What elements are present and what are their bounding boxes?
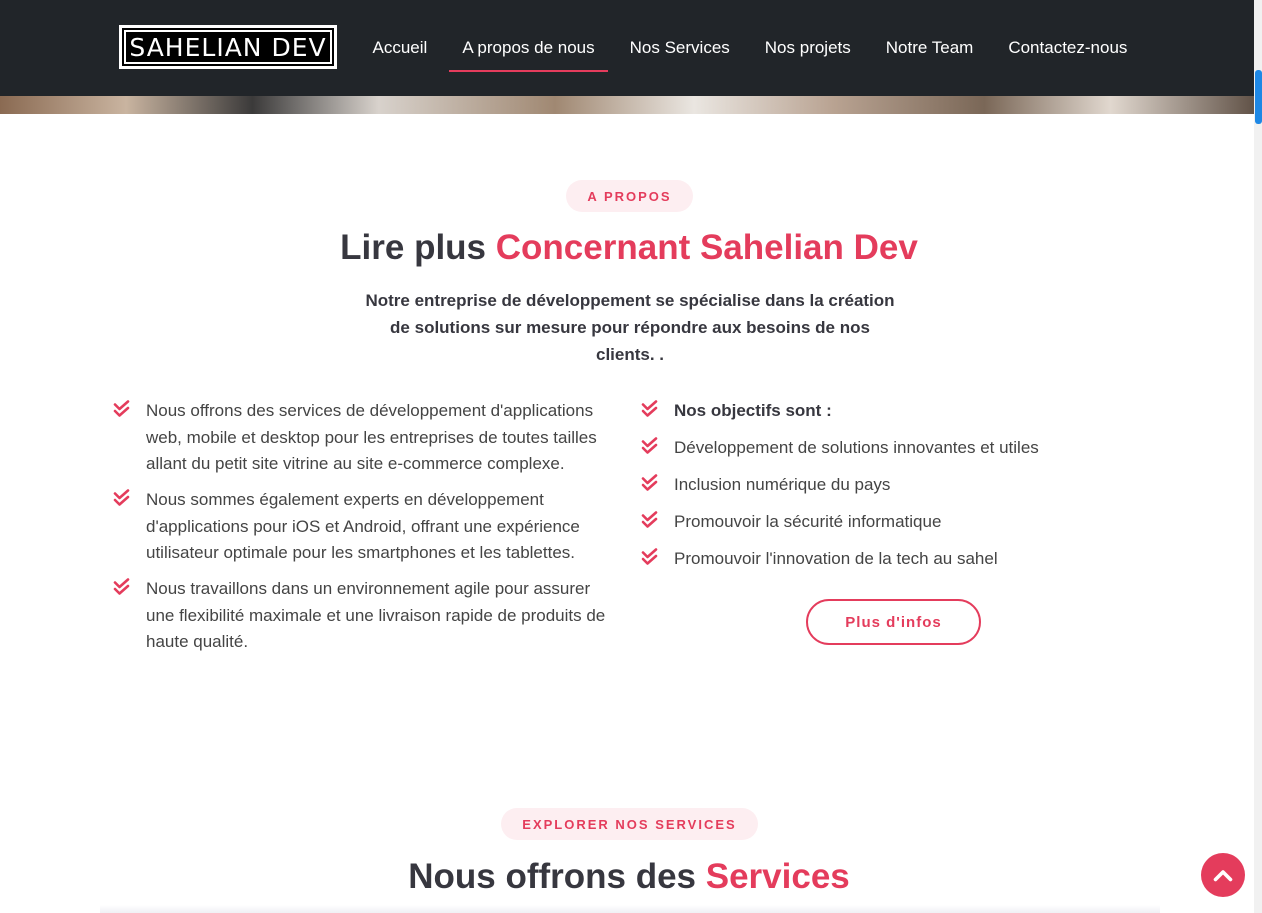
more-info-button[interactable]: Plus d'infos [806,599,981,645]
services-title-main: Nous offrons des [408,857,697,896]
nav-team[interactable]: Notre Team [868,28,991,68]
services-title: Nous offrons des Services [0,857,1258,897]
services-cards-edge [100,905,1160,913]
objectives-heading-text: Nos objectifs sont : [674,401,832,420]
about-badge: A PROPOS [566,180,693,212]
list-item: Nous sommes également experts en dévelop… [112,487,622,567]
list-item: Nous offrons des services de développeme… [112,398,622,478]
nav-projets[interactable]: Nos projets [747,28,868,68]
scrollbar-thumb[interactable] [1255,70,1262,124]
double-check-icon [641,548,658,565]
double-check-icon [113,489,130,506]
double-check-icon [641,474,658,491]
about-right-list: Nos objectifs sont : Développement de so… [640,398,1100,583]
logo-text: SAHELIAN DEV [124,30,332,64]
list-item: Promouvoir la sécurité informatique [640,509,1100,536]
double-check-icon [641,437,658,454]
list-item: Inclusion numérique du pays [640,472,1100,499]
nav-services[interactable]: Nos Services [612,28,747,68]
list-item-text: Nous sommes également experts en dévelop… [146,490,580,562]
double-check-icon [113,400,130,417]
double-check-icon [113,578,130,595]
hero-image-strip [0,96,1262,114]
list-item: Promouvoir l'innovation de la tech au sa… [640,546,1100,573]
main-nav: Accueil A propos de nous Nos Services No… [355,0,1145,96]
list-item-text: Nous offrons des services de développeme… [146,401,597,473]
about-title: Lire plus Concernant Sahelian Dev [0,228,1258,268]
site-header: SAHELIAN DEV Accueil A propos de nous No… [0,0,1262,96]
list-item-text: Développement de solutions innovantes et… [674,438,1039,457]
list-item-text: Nous travaillons dans un environnement a… [146,579,606,651]
about-title-accent: Concernant Sahelian Dev [495,228,918,267]
list-item-text: Inclusion numérique du pays [674,475,891,494]
about-lead: Notre entreprise de développement se spé… [365,291,895,364]
double-check-icon [641,400,658,417]
about-title-main: Lire plus [340,228,487,267]
chevron-up-icon [1213,870,1233,882]
page-scrollbar[interactable] [1254,0,1262,913]
objectives-heading: Nos objectifs sont : [640,398,1100,425]
double-check-icon [641,511,658,528]
nav-accueil[interactable]: Accueil [355,28,445,68]
list-item-text: Promouvoir l'innovation de la tech au sa… [674,549,998,568]
services-badge: EXPLORER NOS SERVICES [501,808,758,840]
services-title-accent: Services [705,857,850,896]
about-left-list: Nous offrons des services de développeme… [112,398,622,665]
back-to-top-button[interactable] [1201,853,1245,897]
nav-a-propos[interactable]: A propos de nous [445,28,612,72]
list-item: Nous travaillons dans un environnement a… [112,576,622,656]
logo[interactable]: SAHELIAN DEV [119,25,337,69]
list-item: Développement de solutions innovantes et… [640,435,1100,462]
list-item-text: Promouvoir la sécurité informatique [674,512,942,531]
nav-contact[interactable]: Contactez-nous [991,28,1145,68]
